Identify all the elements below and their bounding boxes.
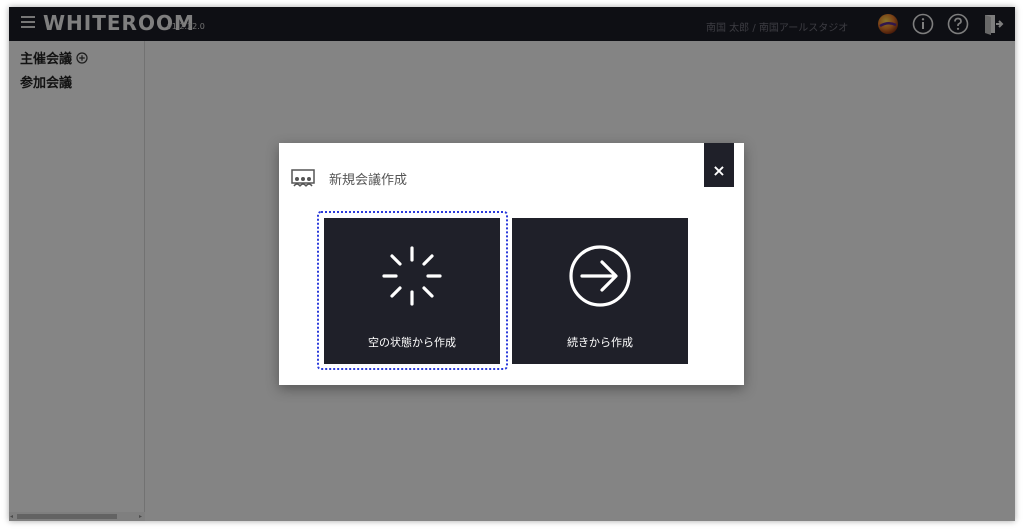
create-empty-button[interactable]: 空の状態から作成 [324, 218, 500, 364]
arrow-right-circle-icon [569, 245, 631, 307]
new-meeting-dialog: 新規会議作成 × 空の状態から作成 続きから作成 [279, 143, 744, 385]
loading-spinner-icon [382, 246, 442, 306]
close-button[interactable]: × [704, 143, 734, 187]
dialog-title: 新規会議作成 [329, 173, 408, 188]
create-continue-button[interactable]: 続きから作成 [512, 218, 688, 364]
meeting-screen-icon [291, 169, 315, 189]
create-continue-label: 続きから作成 [567, 336, 633, 349]
app-window: WHITEROOM v1.2.22.0 南国 太郎 / 南国アールスタジオ 主催… [9, 7, 1015, 521]
create-empty-label: 空の状態から作成 [368, 336, 456, 349]
